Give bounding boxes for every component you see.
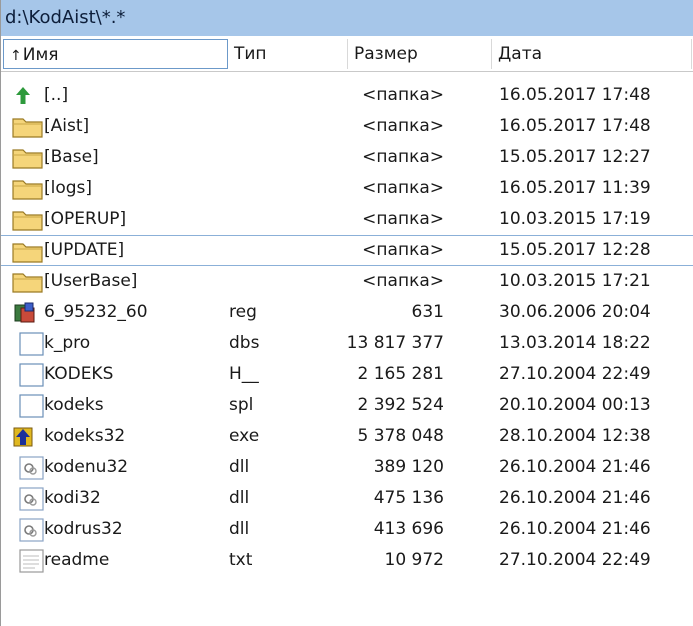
file-name: kodenu32 xyxy=(44,457,129,477)
file-name: [Base] xyxy=(44,147,99,167)
column-size-header[interactable]: Размер xyxy=(348,39,492,69)
file-size: 10 972 xyxy=(384,550,444,570)
file-date: 13.03.2014 18:22 xyxy=(499,333,651,353)
sort-ascending-icon: ↑ xyxy=(10,48,22,64)
file-type: exe xyxy=(229,426,260,446)
file-size: <папка> xyxy=(362,271,444,291)
dll-icon xyxy=(11,456,45,480)
file-name: kodi32 xyxy=(44,488,101,508)
folder-icon xyxy=(11,208,45,232)
file-name: [UserBase] xyxy=(44,271,138,291)
dll-icon xyxy=(11,487,45,511)
file-type: H__ xyxy=(229,364,259,384)
folder-icon xyxy=(11,177,45,201)
file-name: [logs] xyxy=(44,178,93,198)
file-name: readme xyxy=(44,550,110,570)
file-icon xyxy=(11,394,45,418)
file-name: k_pro xyxy=(44,333,91,353)
file-name: [..] xyxy=(44,85,69,105)
file-date: 15.05.2017 12:28 xyxy=(499,240,651,260)
file-name: kodeks32 xyxy=(44,426,126,446)
file-type: reg xyxy=(229,302,257,322)
column-type-header[interactable]: Тип xyxy=(228,39,348,69)
file-date: 26.10.2004 21:46 xyxy=(499,519,651,539)
file-row[interactable]: [OPERUP] <папка> 10.03.2015 17:19 xyxy=(1,204,693,235)
file-date: 10.03.2015 17:21 xyxy=(499,271,651,291)
file-size: 413 696 xyxy=(373,519,444,539)
file-name: [OPERUP] xyxy=(44,209,127,229)
column-header: ↑Имя Тип Размер Дата xyxy=(1,36,693,72)
file-row[interactable]: kodrus32 dll 413 696 26.10.2004 21:46 xyxy=(1,514,693,545)
folder-icon xyxy=(11,146,45,170)
file-row[interactable]: [logs] <папка> 16.05.2017 11:39 xyxy=(1,173,693,204)
file-date: 26.10.2004 21:46 xyxy=(499,488,651,508)
file-row[interactable]: 6_95232_60 reg 631 30.06.2006 20:04 xyxy=(1,297,693,328)
file-row[interactable]: kodenu32 dll 389 120 26.10.2004 21:46 xyxy=(1,452,693,483)
registry-icon xyxy=(11,301,45,325)
file-size: 389 120 xyxy=(373,457,444,477)
file-row[interactable]: [UserBase] <папка> 10.03.2015 17:21 xyxy=(1,266,693,297)
file-date: 27.10.2004 22:49 xyxy=(499,364,651,384)
file-date: 28.10.2004 12:38 xyxy=(499,426,651,446)
file-size: 631 xyxy=(411,302,444,322)
file-date: 26.10.2004 21:46 xyxy=(499,457,651,477)
file-panel: d:\KodAist\*.* ↑Имя Тип Размер Дата [..]… xyxy=(0,0,693,626)
file-row[interactable]: kodeks spl 2 392 524 20.10.2004 00:13 xyxy=(1,390,693,421)
file-size: 13 817 377 xyxy=(346,333,444,353)
file-name: kodeks xyxy=(44,395,104,415)
text-file-icon xyxy=(11,549,45,573)
file-row[interactable]: KODEKS H__ 2 165 281 27.10.2004 22:49 xyxy=(1,359,693,390)
file-size: 2 392 524 xyxy=(357,395,444,415)
file-row[interactable]: [..] <папка> 16.05.2017 17:48 xyxy=(1,80,693,111)
file-row[interactable]: [Aist] <папка> 16.05.2017 17:48 xyxy=(1,111,693,142)
file-size: <папка> xyxy=(362,178,444,198)
file-row[interactable]: [UPDATE] <папка> 15.05.2017 12:28 xyxy=(1,235,693,266)
up-arrow-icon xyxy=(11,84,45,108)
file-row[interactable]: kodi32 dll 475 136 26.10.2004 21:46 xyxy=(1,483,693,514)
file-name: kodrus32 xyxy=(44,519,123,539)
file-date: 10.03.2015 17:19 xyxy=(499,209,651,229)
file-date: 20.10.2004 00:13 xyxy=(499,395,651,415)
file-size: 2 165 281 xyxy=(357,364,444,384)
file-row[interactable]: kodeks32 exe 5 378 048 28.10.2004 12:38 xyxy=(1,421,693,452)
file-icon xyxy=(11,332,45,356)
file-name: [UPDATE] xyxy=(44,240,125,260)
file-row[interactable]: readme txt 10 972 27.10.2004 22:49 xyxy=(1,545,693,576)
folder-icon xyxy=(11,270,45,294)
file-type: dll xyxy=(229,488,250,508)
column-name-label: Имя xyxy=(22,45,59,65)
file-row[interactable]: k_pro dbs 13 817 377 13.03.2014 18:22 xyxy=(1,328,693,359)
file-date: 15.05.2017 12:27 xyxy=(499,147,651,167)
file-size: <папка> xyxy=(362,209,444,229)
file-size: <папка> xyxy=(362,240,444,260)
file-row[interactable]: [Base] <папка> 15.05.2017 12:27 xyxy=(1,142,693,173)
file-date: 27.10.2004 22:49 xyxy=(499,550,651,570)
file-size: <папка> xyxy=(362,116,444,136)
file-size: <папка> xyxy=(362,85,444,105)
column-name-header[interactable]: ↑Имя xyxy=(3,39,228,69)
file-type: dll xyxy=(229,519,250,539)
file-size: <папка> xyxy=(362,147,444,167)
dll-icon xyxy=(11,518,45,542)
file-type: dll xyxy=(229,457,250,477)
folder-icon xyxy=(11,115,45,139)
file-date: 16.05.2017 11:39 xyxy=(499,178,651,198)
app-icon xyxy=(11,425,45,449)
file-name: KODEKS xyxy=(44,364,114,384)
file-date: 16.05.2017 17:48 xyxy=(499,85,651,105)
current-path[interactable]: d:\KodAist\*.* xyxy=(1,0,693,36)
file-type: txt xyxy=(229,550,253,570)
file-icon xyxy=(11,363,45,387)
file-type: spl xyxy=(229,395,254,415)
folder-icon xyxy=(11,240,45,264)
file-size: 475 136 xyxy=(373,488,444,508)
column-date-header[interactable]: Дата xyxy=(492,39,692,69)
file-type: dbs xyxy=(229,333,260,353)
file-name: 6_95232_60 xyxy=(44,302,148,322)
file-date: 16.05.2017 17:48 xyxy=(499,116,651,136)
file-name: [Aist] xyxy=(44,116,90,136)
file-size: 5 378 048 xyxy=(357,426,444,446)
file-date: 30.06.2006 20:04 xyxy=(499,302,651,322)
